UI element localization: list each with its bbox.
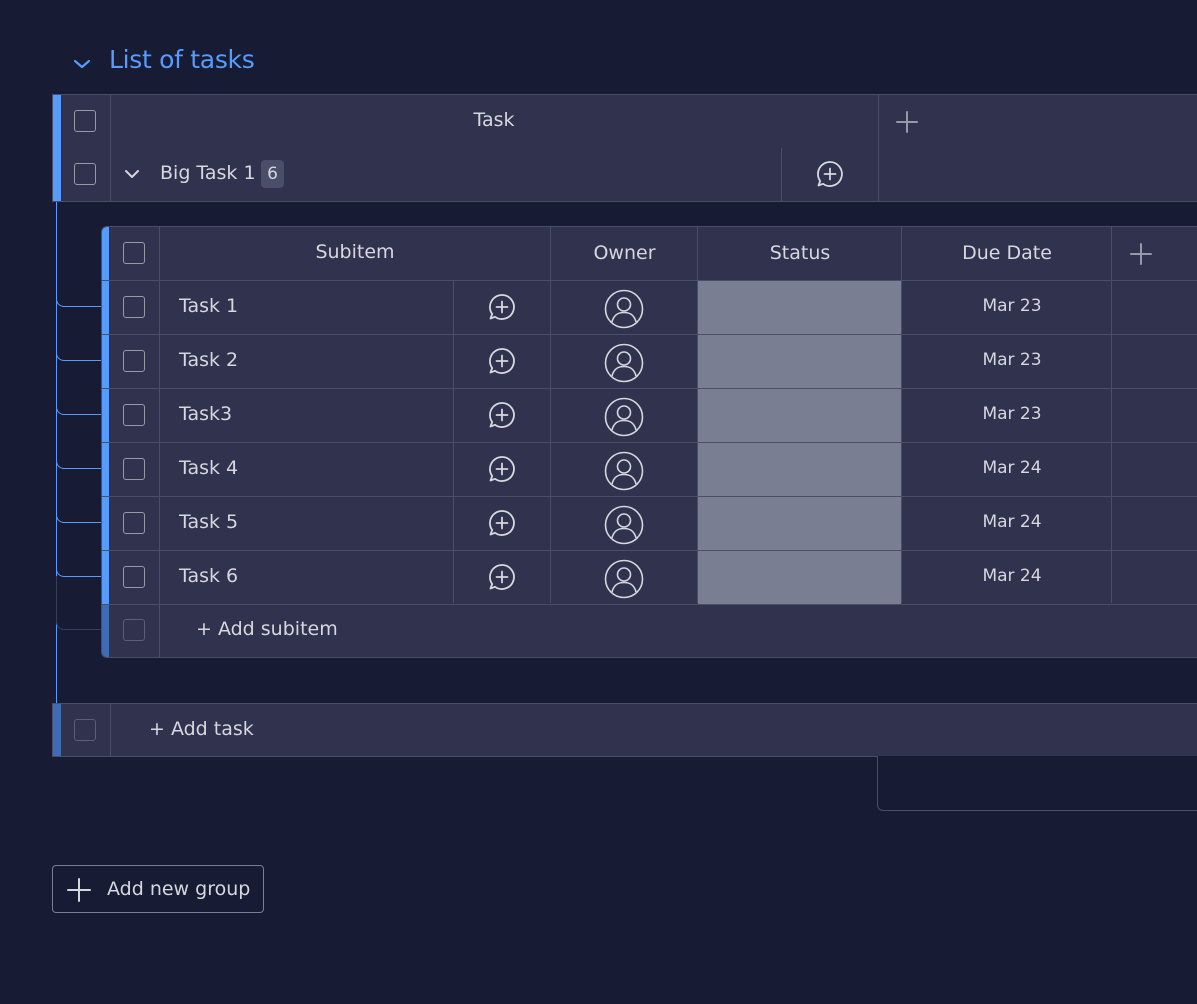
add-update-icon[interactable] bbox=[487, 454, 517, 484]
subitem-name[interactable]: Task 2 bbox=[179, 349, 238, 371]
status-cell[interactable] bbox=[698, 497, 901, 550]
add-update-icon[interactable] bbox=[487, 400, 517, 430]
group-color-bar bbox=[53, 95, 61, 148]
subitem-checkbox[interactable] bbox=[123, 458, 145, 480]
subitem-checkbox[interactable] bbox=[123, 296, 145, 318]
add-update-icon[interactable] bbox=[487, 508, 517, 538]
due-date-cell[interactable]: Mar 23 bbox=[902, 350, 1122, 370]
subitem-checkbox[interactable] bbox=[123, 566, 145, 588]
add-update-icon[interactable] bbox=[815, 159, 845, 189]
status-column-header[interactable]: Status bbox=[698, 242, 902, 264]
group-color-bar-faded bbox=[53, 704, 61, 756]
parent-item-row[interactable]: Big Task 1 6 bbox=[52, 148, 1197, 202]
subitem-name[interactable]: Task 6 bbox=[179, 565, 238, 587]
add-subitem-checkbox bbox=[123, 619, 145, 641]
owner-avatar-icon[interactable] bbox=[604, 505, 644, 545]
owner-avatar-icon[interactable] bbox=[604, 451, 644, 491]
due-date-cell[interactable]: Mar 23 bbox=[902, 404, 1122, 424]
main-table-header: Task bbox=[52, 94, 1197, 149]
subitem-row[interactable]: Task 6 Mar 24 bbox=[102, 551, 1197, 605]
add-subitem-column-plus-icon[interactable] bbox=[1130, 243, 1152, 265]
subitem-connector bbox=[56, 306, 102, 361]
add-subitem-label[interactable]: + Add subitem bbox=[196, 618, 338, 640]
due-date-column-header[interactable]: Due Date bbox=[902, 242, 1112, 264]
owner-avatar-icon[interactable] bbox=[604, 289, 644, 329]
owner-avatar-icon[interactable] bbox=[604, 343, 644, 383]
add-update-icon[interactable] bbox=[487, 292, 517, 322]
add-task-row[interactable]: + Add task bbox=[52, 703, 1197, 757]
add-task-label[interactable]: + Add task bbox=[149, 718, 254, 740]
subitem-connector bbox=[56, 468, 102, 523]
add-update-icon[interactable] bbox=[487, 346, 517, 376]
due-date-cell[interactable]: Mar 24 bbox=[902, 566, 1122, 586]
group-color-bar bbox=[53, 148, 61, 201]
subitem-name[interactable]: Task 1 bbox=[179, 295, 238, 317]
select-all-subitems-checkbox[interactable] bbox=[123, 242, 145, 264]
subitem-row[interactable]: Task3 Mar 23 bbox=[102, 389, 1197, 443]
subitems-header-row: Subitem Owner Status Due Date bbox=[102, 227, 1197, 281]
subitem-row[interactable]: Task 5 Mar 24 bbox=[102, 497, 1197, 551]
subitem-connector bbox=[56, 202, 102, 307]
task-column-header[interactable]: Task bbox=[110, 109, 878, 131]
group-summary-footer bbox=[877, 756, 1197, 811]
owner-column-header[interactable]: Owner bbox=[551, 242, 698, 264]
group-title[interactable]: List of tasks bbox=[109, 45, 255, 74]
subitem-row[interactable]: Task 2 Mar 23 bbox=[102, 335, 1197, 389]
subitems-chevron-down-icon[interactable] bbox=[121, 163, 143, 185]
subitem-count-badge[interactable]: 6 bbox=[261, 160, 284, 188]
due-date-cell[interactable]: Mar 24 bbox=[902, 458, 1122, 478]
subitem-connector bbox=[56, 360, 102, 415]
subitem-connector bbox=[56, 522, 102, 577]
subitem-connector-faded bbox=[56, 576, 101, 630]
add-update-icon[interactable] bbox=[487, 562, 517, 592]
add-new-group-button[interactable]: Add new group bbox=[52, 865, 264, 913]
subitem-checkbox[interactable] bbox=[123, 350, 145, 372]
add-column-plus-icon[interactable] bbox=[896, 111, 918, 133]
status-cell[interactable] bbox=[698, 281, 901, 334]
subitems-table: Subitem Owner Status Due Date Task 1 Mar … bbox=[101, 226, 1197, 658]
subitem-connector bbox=[56, 414, 102, 469]
subitem-checkbox[interactable] bbox=[123, 512, 145, 534]
add-subitem-row[interactable]: + Add subitem bbox=[102, 604, 1197, 657]
subitem-name[interactable]: Task 5 bbox=[179, 511, 238, 533]
parent-item-name[interactable]: Big Task 1 bbox=[160, 162, 256, 184]
owner-avatar-icon[interactable] bbox=[604, 559, 644, 599]
add-task-checkbox bbox=[74, 719, 96, 741]
subitem-name[interactable]: Task 4 bbox=[179, 457, 238, 479]
status-cell[interactable] bbox=[698, 389, 901, 442]
due-date-cell[interactable]: Mar 24 bbox=[902, 512, 1122, 532]
due-date-cell[interactable]: Mar 23 bbox=[902, 296, 1122, 316]
subitem-row[interactable]: Task 4 Mar 24 bbox=[102, 443, 1197, 497]
subitem-name[interactable]: Task3 bbox=[179, 403, 232, 425]
parent-item-checkbox[interactable] bbox=[74, 163, 96, 185]
status-cell[interactable] bbox=[698, 335, 901, 388]
subitem-column-header[interactable]: Subitem bbox=[159, 241, 551, 263]
plus-icon bbox=[67, 878, 91, 902]
group-collapse-chevron-icon[interactable] bbox=[70, 52, 94, 76]
add-new-group-label: Add new group bbox=[107, 878, 251, 900]
subitem-checkbox[interactable] bbox=[123, 404, 145, 426]
status-cell[interactable] bbox=[698, 551, 901, 604]
status-cell[interactable] bbox=[698, 443, 901, 496]
select-all-checkbox[interactable] bbox=[74, 110, 96, 132]
owner-avatar-icon[interactable] bbox=[604, 397, 644, 437]
subitem-row[interactable]: Task 1 Mar 23 bbox=[102, 281, 1197, 335]
